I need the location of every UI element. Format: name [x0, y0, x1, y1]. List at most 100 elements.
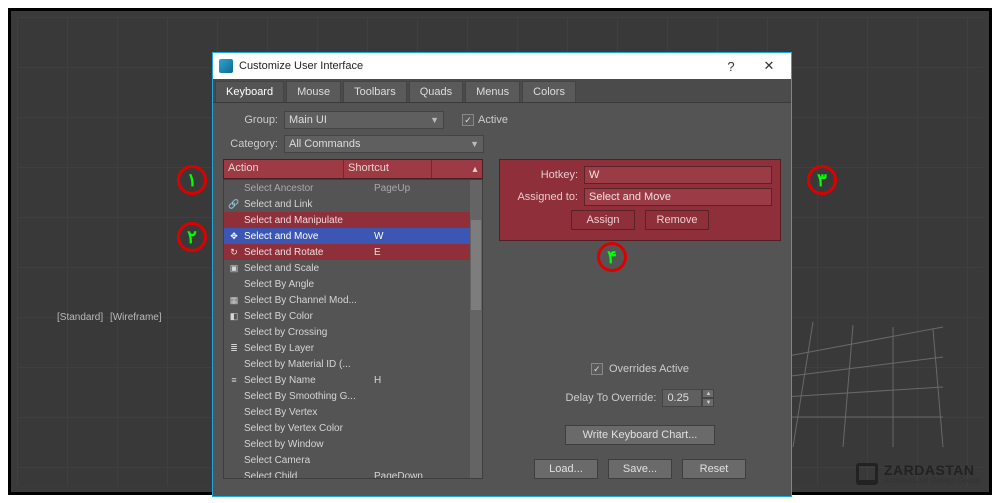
assign-button[interactable]: Assign	[571, 210, 635, 230]
tab-toolbars[interactable]: Toolbars	[343, 81, 407, 102]
list-item-action: Select By Color	[244, 311, 374, 322]
list-item-action: Select Child	[244, 471, 374, 480]
list-item-icon: ◧	[228, 310, 240, 322]
delay-label: Delay To Override:	[566, 392, 657, 404]
list-item-shortcut: W	[374, 231, 454, 242]
scrollbar[interactable]	[470, 180, 482, 478]
delay-value[interactable]: 0.25	[662, 389, 702, 407]
annotation-2: ۲	[177, 222, 207, 252]
list-item-action: Select By Vertex	[244, 407, 374, 418]
list-item[interactable]: Select By Vertex	[224, 404, 470, 420]
action-list[interactable]: Select AncestorPageUp🔗Select and LinkSel…	[223, 179, 483, 479]
caret-up-icon[interactable]: ▴	[468, 160, 482, 178]
list-item[interactable]: Select by Crossing	[224, 324, 470, 340]
list-item[interactable]: Select By Angle	[224, 276, 470, 292]
list-item-shortcut: PageDown	[374, 471, 454, 480]
tabs: KeyboardMouseToolbarsQuadsMenusColors	[213, 79, 791, 103]
load-button[interactable]: Load...	[534, 459, 598, 479]
brand-sub: Architectural Design Group	[884, 477, 980, 485]
viewport-shading[interactable]: [Standard]	[57, 312, 103, 323]
remove-button[interactable]: Remove	[645, 210, 709, 230]
tab-keyboard[interactable]: Keyboard	[215, 81, 284, 102]
write-chart-button[interactable]: Write Keyboard Chart...	[565, 425, 715, 445]
list-item-icon: ≣	[228, 342, 240, 354]
list-item-action: Select by Window	[244, 439, 374, 450]
group-value: Main UI	[289, 114, 327, 126]
list-item-icon	[228, 182, 240, 194]
hotkey-input[interactable]: W	[584, 166, 772, 184]
list-item-shortcut: H	[374, 375, 454, 386]
close-button[interactable]: ✕	[753, 55, 785, 77]
list-item[interactable]: Select by Material ID (...	[224, 356, 470, 372]
list-item-action: Select Camera	[244, 455, 374, 466]
list-item-icon	[228, 214, 240, 226]
list-item[interactable]: Select by Vertex Color	[224, 420, 470, 436]
category-select[interactable]: All Commands ▼	[284, 135, 484, 153]
list-item-action: Select by Material ID (...	[244, 359, 374, 370]
list-item-action: Select and Rotate	[244, 247, 374, 258]
tab-menus[interactable]: Menus	[465, 81, 520, 102]
overrides-checkbox[interactable]: ✓	[591, 363, 603, 375]
list-item-action: Select and Manipulate	[244, 215, 374, 226]
annotation-4: ۴	[597, 242, 627, 272]
list-item[interactable]: Select ChildPageDown	[224, 468, 470, 479]
list-item-action: Select and Link	[244, 199, 374, 210]
list-item-action: Select and Scale	[244, 263, 374, 274]
titlebar[interactable]: Customize User Interface ? ✕	[213, 53, 791, 79]
list-item[interactable]: ▣ Select and Scale	[224, 260, 470, 276]
tab-mouse[interactable]: Mouse	[286, 81, 341, 102]
list-item-action: Select By Smoothing G...	[244, 391, 374, 402]
hotkey-label: Hotkey:	[508, 169, 578, 181]
assigned-label: Assigned to:	[508, 191, 578, 203]
list-item-icon: ▣	[228, 262, 240, 274]
list-item[interactable]: ▦Select By Channel Mod...	[224, 292, 470, 308]
app-icon	[219, 59, 233, 73]
list-item[interactable]: Select By Smoothing G...	[224, 388, 470, 404]
chevron-down-icon: ▼	[430, 115, 439, 125]
list-item[interactable]: ↻Select and RotateE	[224, 244, 470, 260]
list-item[interactable]: ≡ Select By NameH	[224, 372, 470, 388]
active-label: Active	[478, 114, 508, 126]
list-item[interactable]: Select and Manipulate	[224, 212, 470, 228]
list-item[interactable]: Select Camera	[224, 452, 470, 468]
list-item-icon: ↻	[228, 246, 240, 258]
list-item-action: Select By Angle	[244, 279, 374, 290]
tab-colors[interactable]: Colors	[522, 81, 576, 102]
spin-down[interactable]: ▼	[702, 398, 714, 407]
group-label: Group:	[223, 114, 278, 126]
scrollbar-thumb[interactable]	[471, 220, 481, 310]
list-item[interactable]: ≣ Select By Layer	[224, 340, 470, 356]
save-button[interactable]: Save...	[608, 459, 672, 479]
tab-quads[interactable]: Quads	[409, 81, 463, 102]
watermark: ZARDASTAN Architectural Design Group	[856, 463, 980, 485]
category-label: Category:	[223, 138, 278, 150]
list-item[interactable]: ◧ Select By Color	[224, 308, 470, 324]
list-item-icon	[228, 454, 240, 466]
brand-logo-icon	[856, 463, 878, 485]
list-item-action: Select By Name	[244, 375, 374, 386]
list-item-icon: ✥	[228, 230, 240, 242]
viewport-label[interactable]: [Standard] [Wireframe]	[57, 312, 166, 323]
customize-ui-dialog: Customize User Interface ? ✕ KeyboardMou…	[212, 52, 792, 497]
dialog-title: Customize User Interface	[239, 60, 709, 72]
list-item-icon: ≡	[228, 374, 240, 386]
spin-up[interactable]: ▲	[702, 389, 714, 398]
annotation-3: ۳	[807, 165, 837, 195]
help-button[interactable]: ?	[715, 55, 747, 77]
group-select[interactable]: Main UI ▼	[284, 111, 444, 129]
active-checkbox[interactable]: ✓	[462, 114, 474, 126]
list-item[interactable]: 🔗Select and Link	[224, 196, 470, 212]
list-item[interactable]: ✥Select and MoveW	[224, 228, 470, 244]
header-action[interactable]: Action	[224, 160, 344, 178]
reset-button[interactable]: Reset	[682, 459, 746, 479]
list-header[interactable]: Action Shortcut ▴	[223, 159, 483, 179]
list-item[interactable]: Select by Window	[224, 436, 470, 452]
viewport-mode[interactable]: [Wireframe]	[110, 312, 162, 323]
header-shortcut[interactable]: Shortcut	[344, 160, 432, 178]
list-item-action: Select By Layer	[244, 343, 374, 354]
list-item-shortcut: PageUp	[374, 183, 454, 194]
list-item-action: Select By Channel Mod...	[244, 295, 374, 306]
assigned-display: Select and Move	[584, 188, 772, 206]
list-item-icon	[228, 390, 240, 402]
list-item[interactable]: Select AncestorPageUp	[224, 180, 470, 196]
